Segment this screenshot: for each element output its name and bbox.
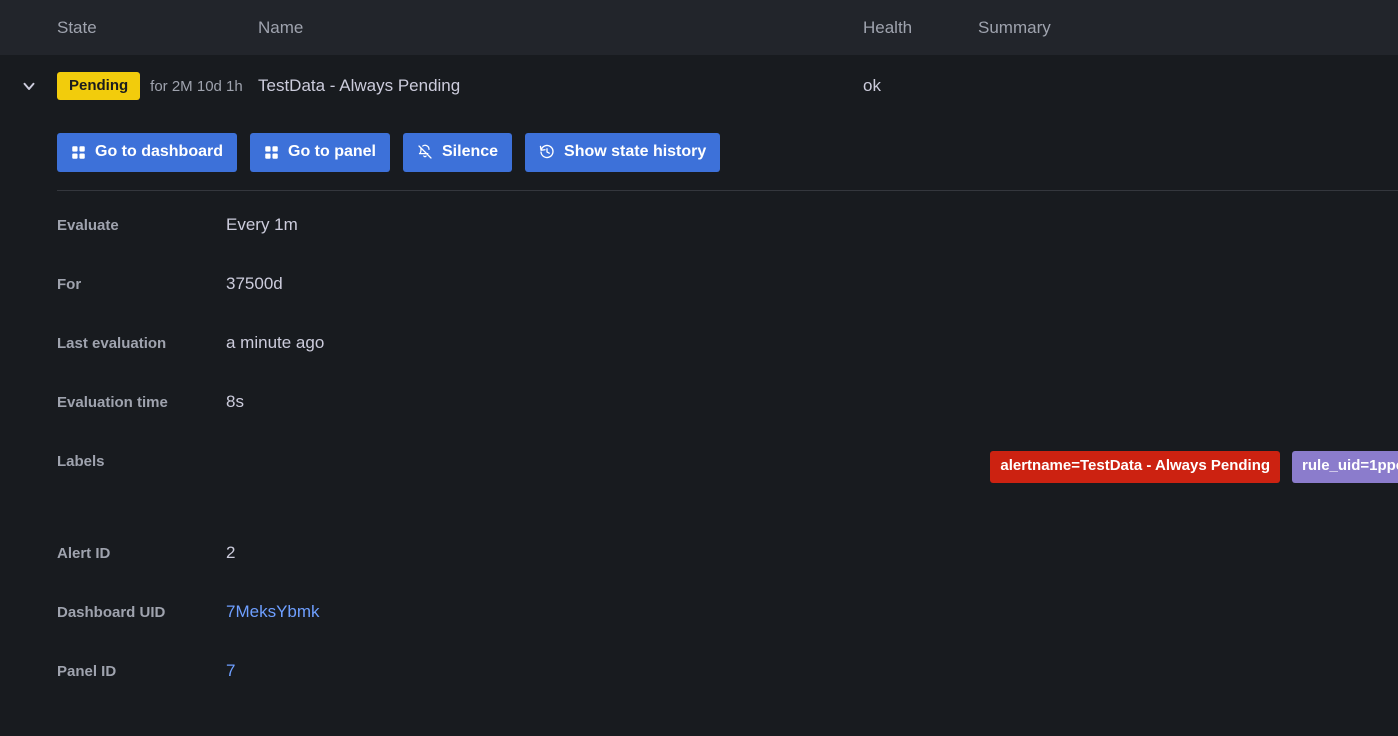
- expand-row-toggle[interactable]: [0, 77, 57, 95]
- detail-value-panel-id[interactable]: 7: [226, 661, 1398, 681]
- detail-row-labels: Labels alertname=TestData - Always Pendi…: [57, 451, 1398, 543]
- detail-value-dashboard-uid[interactable]: 7MeksYbmk: [226, 602, 1398, 622]
- table-header-row: State Name Health Summary: [0, 0, 1398, 55]
- detail-label-for: For: [57, 274, 226, 293]
- alert-detail-panel: Go to dashboard Go to panel: [0, 117, 1398, 720]
- state-duration: for 2M 10d 1h: [150, 78, 243, 95]
- history-icon: [539, 144, 555, 160]
- label-tag-alertname[interactable]: alertname=TestData - Always Pending: [990, 451, 1280, 483]
- detail-row-last-evaluation: Last evaluation a minute ago: [57, 333, 1398, 392]
- column-header-health: Health: [863, 18, 978, 38]
- alert-name: TestData - Always Pending: [258, 76, 863, 96]
- go-to-panel-button[interactable]: Go to panel: [250, 133, 390, 172]
- column-header-state: State: [0, 18, 258, 38]
- alert-health: ok: [863, 76, 978, 96]
- go-to-dashboard-button[interactable]: Go to dashboard: [57, 133, 237, 172]
- detail-value-alert-id: 2: [226, 543, 1398, 563]
- detail-label-last-evaluation: Last evaluation: [57, 333, 226, 352]
- detail-row-alert-id: Alert ID 2: [57, 543, 1398, 602]
- detail-properties: Evaluate Every 1m For 37500d Last evalua…: [0, 191, 1398, 720]
- detail-row-evaluation-time: Evaluation time 8s: [57, 392, 1398, 451]
- chevron-down-icon: [20, 77, 38, 95]
- detail-label-evaluation-time: Evaluation time: [57, 392, 226, 411]
- show-state-history-label: Show state history: [564, 144, 706, 160]
- column-header-name: Name: [258, 18, 863, 38]
- silence-button[interactable]: Silence: [403, 133, 512, 172]
- detail-value-last-evaluation: a minute ago: [226, 333, 1398, 353]
- detail-row-for: For 37500d: [57, 274, 1398, 333]
- label-tag-rule-uid[interactable]: rule_uid=1ppciXB7z: [1292, 451, 1398, 483]
- detail-label-alert-id: Alert ID: [57, 543, 226, 562]
- detail-label-labels: Labels: [57, 451, 226, 470]
- detail-label-panel-id: Panel ID: [57, 661, 226, 680]
- detail-row-evaluate: Evaluate Every 1m: [57, 215, 1398, 274]
- go-to-dashboard-label: Go to dashboard: [95, 144, 223, 160]
- detail-row-panel-id: Panel ID 7: [57, 661, 1398, 720]
- detail-value-evaluate: Every 1m: [226, 215, 1398, 235]
- table-row[interactable]: Pending for 2M 10d 1h TestData - Always …: [0, 55, 1398, 117]
- column-header-summary: Summary: [978, 18, 1398, 38]
- label-tag-list: alertname=TestData - Always Pending rule…: [226, 451, 1398, 483]
- show-state-history-button[interactable]: Show state history: [525, 133, 720, 172]
- detail-label-dashboard-uid: Dashboard UID: [57, 602, 226, 621]
- alert-rules-table: State Name Health Summary Pending for 2M…: [0, 0, 1398, 720]
- go-to-panel-label: Go to panel: [288, 144, 376, 160]
- detail-row-dashboard-uid: Dashboard UID 7MeksYbmk: [57, 602, 1398, 661]
- silence-label: Silence: [442, 144, 498, 160]
- alert-state-cell: Pending for 2M 10d 1h: [57, 72, 258, 100]
- detail-value-evaluation-time: 8s: [226, 392, 1398, 412]
- apps-grid-icon: [71, 145, 86, 160]
- apps-grid-icon: [264, 145, 279, 160]
- detail-actions-toolbar: Go to dashboard Go to panel: [0, 117, 1398, 172]
- status-badge: Pending: [57, 72, 140, 100]
- bell-slash-icon: [417, 144, 433, 160]
- detail-value-for: 37500d: [226, 274, 1398, 294]
- detail-label-evaluate: Evaluate: [57, 215, 226, 234]
